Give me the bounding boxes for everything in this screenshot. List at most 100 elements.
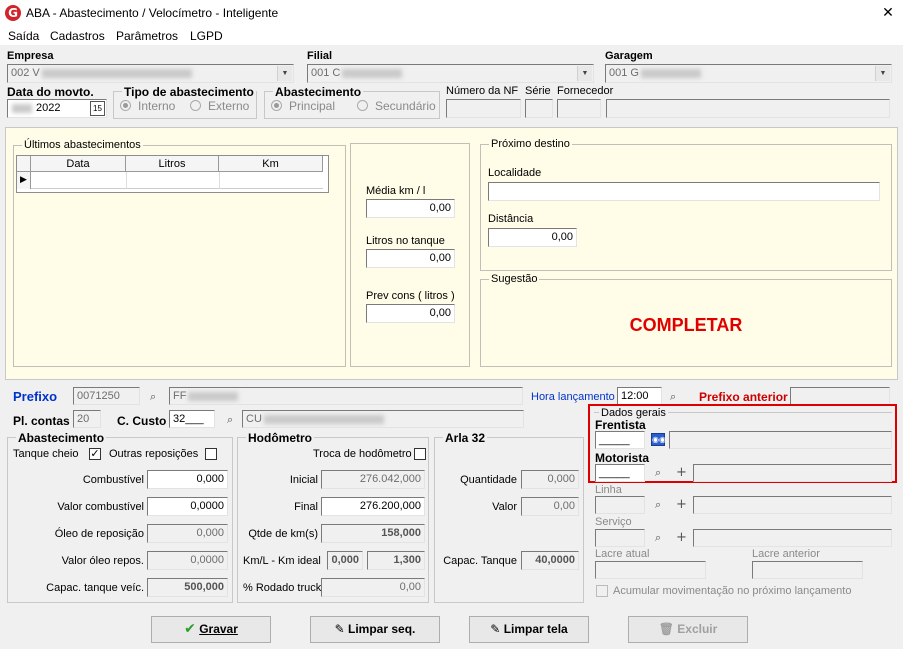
limpar-tela-button[interactable]: ✎ Limpar tela <box>469 616 589 643</box>
col-divider <box>126 172 127 189</box>
binoculars-icon[interactable]: ⌕ <box>670 391 676 403</box>
pl-contas-input[interactable]: 20 <box>73 410 101 428</box>
c-custo-input[interactable]: 32___ <box>169 410 215 428</box>
valor-oleo-input[interactable]: 0,0000 <box>147 551 228 570</box>
acumular-checkbox[interactable] <box>596 585 608 597</box>
arla-valor-input[interactable]: 0,00 <box>521 497 579 516</box>
eraser-icon: ✎ <box>334 622 345 636</box>
chevron-down-icon[interactable]: ▼ <box>875 66 890 81</box>
prefixo-input[interactable]: 0071250 <box>73 387 140 405</box>
prefixo-label: Prefixo <box>13 389 58 404</box>
garagem-value: 001 G <box>609 67 639 79</box>
calendar-icon[interactable]: 15 <box>90 101 105 116</box>
menu-parametros[interactable]: Parâmetros <box>116 29 178 43</box>
column-header-data[interactable]: Data <box>31 156 126 172</box>
radio-secundario[interactable] <box>357 100 368 111</box>
column-header-litros[interactable]: Litros <box>126 156 219 172</box>
fornecedor-code-input[interactable] <box>557 99 601 118</box>
localidade-input[interactable] <box>488 182 880 201</box>
radio-externo[interactable] <box>190 100 201 111</box>
capac-tanque-label: Capac. tanque veíc. <box>46 582 144 594</box>
data-movto-label: Data do movto. <box>7 85 94 99</box>
filial-combo[interactable]: 001 C ▼ <box>307 64 594 83</box>
limpar-seq-button[interactable]: ✎ Limpar seq. <box>310 616 440 643</box>
hora-lancamento-input[interactable]: 12:00 <box>617 387 662 405</box>
media-km-input[interactable]: 0,00 <box>366 199 455 218</box>
media-km-label: Média km / l <box>366 185 426 197</box>
abastecimento-tipo-label: Abastecimento <box>273 85 364 99</box>
outras-reposicoes-label: Outras reposições <box>109 448 199 460</box>
inicial-input[interactable]: 276.042,000 <box>321 470 425 489</box>
column-header-km[interactable]: Km <box>219 156 323 172</box>
radio-secundario-label: Secundário <box>375 99 436 113</box>
radio-externo-label: Externo <box>208 99 250 113</box>
lacre-atual-input[interactable] <box>595 561 706 579</box>
c-custo-desc-value: CU <box>246 413 262 425</box>
excluir-button[interactable]: 🗑 Excluir <box>628 616 748 643</box>
numero-nf-input[interactable] <box>446 99 521 118</box>
binoculars-icon[interactable]: ◉◉ <box>651 433 666 446</box>
lacre-atual-label: Lacre atual <box>595 548 650 560</box>
binoculars-icon[interactable]: ⌕ <box>655 499 661 511</box>
sugestao-title: Sugestão <box>489 273 540 285</box>
excluir-label: Excluir <box>677 622 718 636</box>
chevron-down-icon[interactable]: ▼ <box>277 66 292 81</box>
close-button[interactable]: ✕ <box>873 0 903 26</box>
linha-desc-input <box>693 496 892 514</box>
arla-quantidade-input[interactable]: 0,000 <box>521 470 579 489</box>
add-icon[interactable]: + <box>676 498 687 511</box>
menu-cadastros[interactable]: Cadastros <box>50 29 105 43</box>
add-icon[interactable]: + <box>676 466 687 479</box>
radio-principal[interactable] <box>271 100 282 111</box>
linha-input[interactable] <box>595 496 645 514</box>
binoculars-icon[interactable]: ⌕ <box>150 391 156 403</box>
limpar-seq-label: Limpar seq. <box>348 622 416 636</box>
outras-reposicoes-checkbox[interactable] <box>205 448 217 460</box>
combustivel-input[interactable]: 0,000 <box>147 470 228 489</box>
rodado-truck-input: 0,00 <box>321 578 425 597</box>
gravar-button[interactable]: ✔ Gravar <box>151 616 271 643</box>
ultimos-abastecimentos-table[interactable]: Data Litros Km ▶ <box>16 155 329 193</box>
troca-hodometro-checkbox[interactable] <box>414 448 426 460</box>
chevron-down-icon[interactable]: ▼ <box>577 66 592 81</box>
distancia-input[interactable]: 0,00 <box>488 228 577 247</box>
servico-input[interactable] <box>595 529 645 547</box>
garagem-combo[interactable]: 001 G ▼ <box>605 64 892 83</box>
prefixo-desc-value: FF <box>173 390 187 402</box>
arla-quantidade-label: Quantidade <box>460 474 517 486</box>
radio-interno[interactable] <box>120 100 131 111</box>
frentista-input[interactable]: _____ <box>595 431 645 449</box>
numero-nf-label: Número da NF <box>446 85 519 97</box>
oleo-reposicao-input[interactable]: 0,000 <box>147 524 228 543</box>
arla32-title: Arla 32 <box>443 431 488 445</box>
binoculars-icon[interactable]: ⌕ <box>655 532 661 544</box>
serie-input[interactable] <box>525 99 553 118</box>
garagem-label: Garagem <box>605 50 653 62</box>
arla32-group: Arla 32 Quantidade 0,000 Valor 0,00 Capa… <box>434 431 584 603</box>
fornecedor-name-input[interactable] <box>606 99 890 118</box>
litros-tanque-input[interactable]: 0,00 <box>366 249 455 268</box>
binoculars-icon[interactable]: ⌕ <box>655 467 661 479</box>
qtde-km-label: Qtde de km(s) <box>248 528 318 540</box>
kml-ideal-label: Km/L - Km ideal <box>243 555 321 567</box>
prev-cons-input[interactable]: 0,00 <box>366 304 455 323</box>
empresa-value: 002 V <box>11 67 40 79</box>
info-panel: Últimos abastecimentos Data Litros Km ▶ … <box>5 127 898 380</box>
arla-valor-label: Valor <box>492 501 517 513</box>
menu-saida[interactable]: Saída <box>8 29 39 43</box>
empresa-combo[interactable]: 002 V ▼ <box>7 64 294 83</box>
add-icon[interactable]: + <box>676 531 687 544</box>
inicial-label: Inicial <box>289 474 318 486</box>
valor-combustivel-input[interactable]: 0,0000 <box>147 497 228 516</box>
motorista-input[interactable]: _____ <box>595 464 645 482</box>
lacre-anterior-input <box>752 561 863 579</box>
tanque-cheio-checkbox[interactable]: ✓ <box>89 448 101 460</box>
table-row[interactable]: ▶ <box>17 172 323 189</box>
data-movto-value: 2022 <box>36 102 61 114</box>
capac-tanque-input: 500,000 <box>147 578 228 597</box>
binoculars-icon[interactable]: ⌕ <box>227 414 233 426</box>
motorista-label: Motorista <box>595 451 649 465</box>
final-input[interactable]: 276.200,000 <box>321 497 425 516</box>
menu-lgpd[interactable]: LGPD <box>190 29 223 43</box>
frentista-label: Frentista <box>595 418 646 432</box>
